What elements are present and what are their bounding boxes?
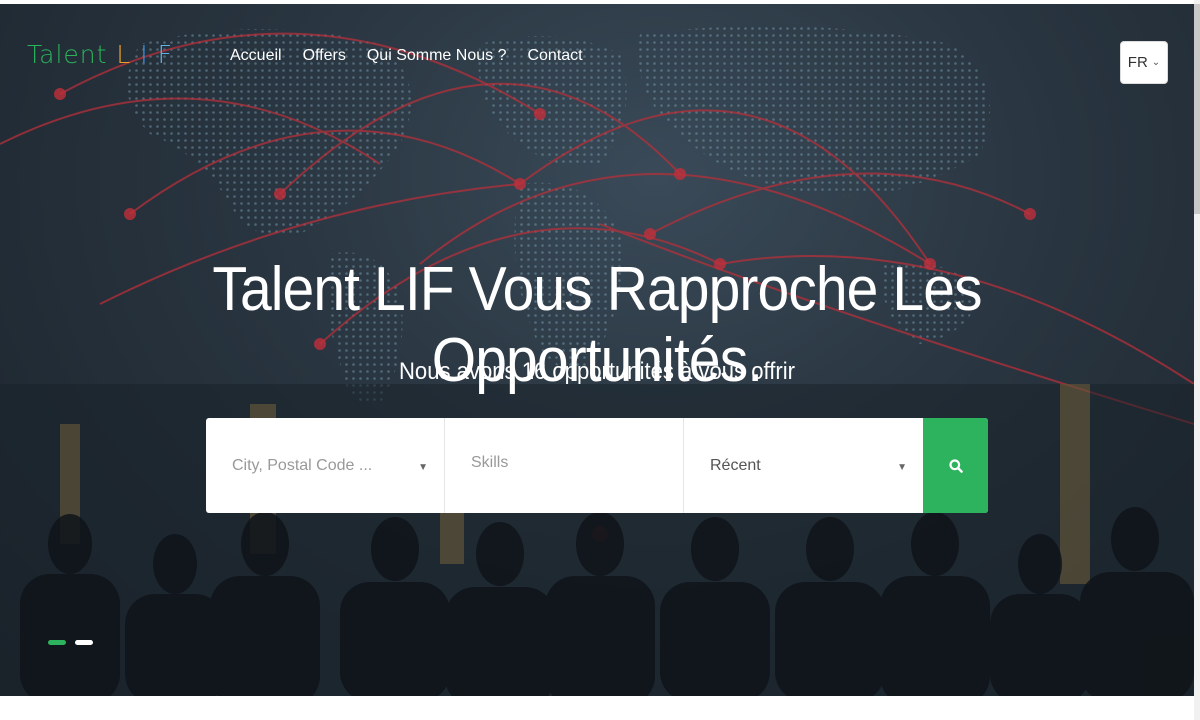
main-menu: Accueil Offers Qui Somme Nous ? Contact bbox=[230, 47, 583, 65]
carousel-dot-2[interactable] bbox=[75, 640, 93, 645]
sort-select[interactable]: Récent ▼ bbox=[684, 418, 923, 513]
logo-word: Talent bbox=[27, 40, 108, 69]
carousel-dot-1[interactable] bbox=[48, 640, 66, 645]
logo-letter-f: F bbox=[157, 40, 173, 69]
nav-item-contact[interactable]: Contact bbox=[527, 47, 582, 65]
location-placeholder: City, Postal Code ... bbox=[232, 456, 373, 474]
caret-down-icon: ▼ bbox=[418, 462, 428, 473]
language-selector[interactable]: FR ⌄ bbox=[1120, 41, 1168, 84]
nav-item-accueil[interactable]: Accueil bbox=[230, 47, 282, 65]
search-button[interactable] bbox=[923, 418, 988, 513]
nav-item-offers[interactable]: Offers bbox=[303, 47, 346, 65]
location-select[interactable]: City, Postal Code ... ▼ bbox=[206, 418, 445, 513]
sort-value: Récent bbox=[710, 456, 761, 474]
skills-field bbox=[445, 418, 684, 513]
top-navbar: Talent L I F Accueil Offers Qui Somme No… bbox=[0, 4, 1194, 114]
carousel-indicators bbox=[48, 640, 93, 645]
caret-down-icon: ▼ bbox=[897, 462, 907, 473]
language-value: FR bbox=[1127, 54, 1148, 71]
hero-section: Talent L I F Accueil Offers Qui Somme No… bbox=[0, 4, 1194, 696]
nav-item-qui-somme-nous[interactable]: Qui Somme Nous ? bbox=[367, 47, 507, 65]
skills-input[interactable] bbox=[469, 452, 663, 473]
logo-letter-i: I bbox=[140, 40, 149, 69]
hero-subline: Nous avons 16 opportunités à vous offrir bbox=[398, 358, 796, 385]
job-search-bar: City, Postal Code ... ▼ Récent ▼ bbox=[206, 418, 988, 513]
brand-logo[interactable]: Talent L I F bbox=[27, 40, 173, 69]
scrollbar-thumb[interactable] bbox=[1194, 4, 1200, 214]
logo-letter-l: L bbox=[116, 40, 132, 69]
chevron-down-icon: ⌄ bbox=[1151, 57, 1161, 68]
search-icon bbox=[948, 458, 963, 473]
